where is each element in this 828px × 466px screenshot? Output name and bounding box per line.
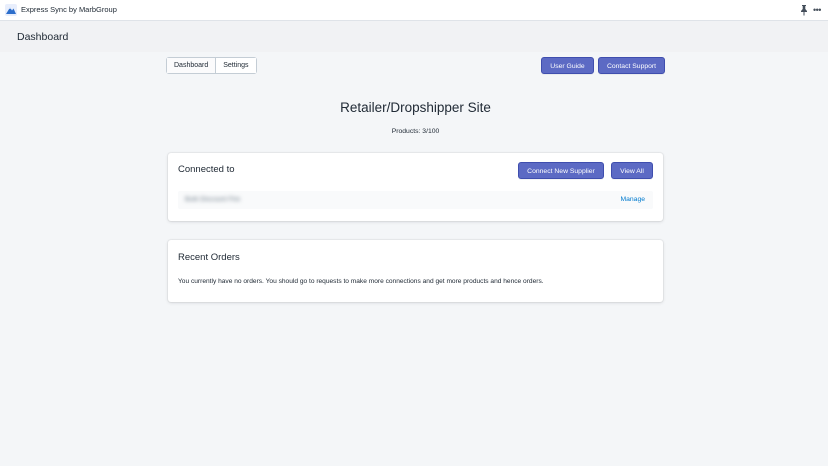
app-top-bar: Express Sync by MarbGroup ••• [0,0,828,21]
page-title: Dashboard [17,31,69,43]
page-header: Dashboard [0,21,828,52]
tab-dashboard[interactable]: Dashboard [167,58,216,73]
manage-link[interactable]: Manage [620,196,645,203]
supplier-name: Bulk Discount Fire [185,196,241,203]
orders-empty-message: You currently have no orders. You should… [178,278,544,285]
contact-support-button[interactable]: Contact Support [598,57,665,74]
user-guide-button[interactable]: User Guide [541,57,594,74]
connect-new-supplier-button[interactable]: Connect New Supplier [518,162,604,179]
app-title: Express Sync by MarbGroup [21,5,117,14]
site-title: Retailer/Dropshipper Site [340,100,491,115]
recent-orders-card: Recent Orders You currently have no orde… [168,240,663,302]
mountain-logo-icon [5,4,17,16]
tab-settings[interactable]: Settings [215,58,256,73]
view-all-button[interactable]: View All [611,162,653,179]
pin-icon[interactable] [799,4,809,16]
products-count: Products: 3/100 [391,128,440,135]
more-horizontal-icon[interactable]: ••• [813,6,821,15]
tab-group: Dashboard Settings [166,57,257,74]
supplier-row: Bulk Discount Fire Manage [178,191,653,209]
connected-heading: Connected to [178,164,235,175]
connected-card: Connected to Connect New Supplier View A… [168,153,663,221]
recent-orders-heading: Recent Orders [178,252,240,263]
